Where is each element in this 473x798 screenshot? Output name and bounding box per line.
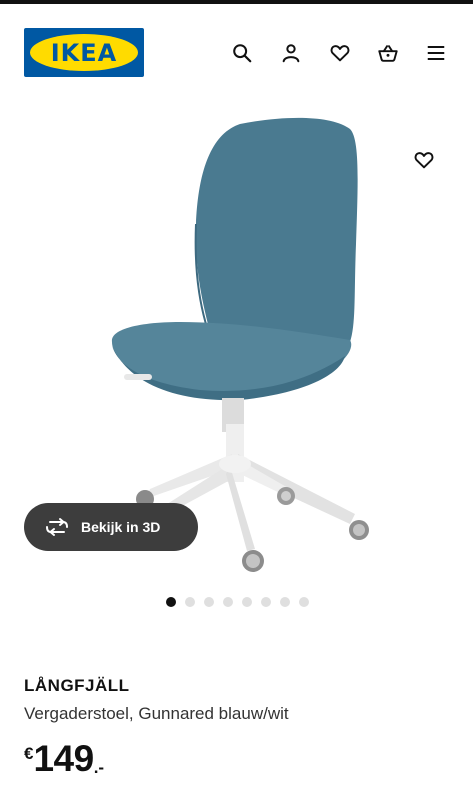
menu-button[interactable] <box>421 38 451 68</box>
price-currency: € <box>24 744 34 763</box>
product-gallery[interactable]: Bekijk in 3D <box>0 94 473 594</box>
price-suffix: .- <box>93 758 105 777</box>
user-icon <box>282 44 300 63</box>
search-button[interactable] <box>227 38 257 68</box>
rotate-3d-icon <box>46 518 68 536</box>
ikea-logo[interactable]: IKEA <box>24 28 144 77</box>
search-icon <box>233 44 252 63</box>
gallery-dot[interactable] <box>260 597 271 607</box>
gallery-dot[interactable] <box>222 597 233 607</box>
price-amount: 149 <box>33 738 94 779</box>
gallery-dot[interactable] <box>165 597 176 607</box>
account-button[interactable] <box>276 38 306 68</box>
favourites-button[interactable] <box>325 38 355 68</box>
heart-icon <box>330 45 350 62</box>
product-description: Vergaderstoel, Gunnared blauw/wit <box>24 704 289 723</box>
view-in-3d-button[interactable]: Bekijk in 3D <box>24 503 198 551</box>
view-in-3d-label: Bekijk in 3D <box>81 519 161 535</box>
gallery-dot[interactable] <box>203 597 214 607</box>
gallery-dot[interactable] <box>279 597 290 607</box>
product-price: € 149 .- <box>24 740 104 778</box>
gallery-dot[interactable] <box>241 597 252 607</box>
menu-icon <box>427 46 445 60</box>
header: IKEA <box>0 4 473 94</box>
logo-text: IKEA <box>50 38 118 67</box>
gallery-pagination <box>0 597 473 609</box>
gallery-dot[interactable] <box>184 597 195 607</box>
save-to-favourites-button[interactable] <box>408 144 440 176</box>
basket-icon <box>378 45 398 62</box>
basket-button[interactable] <box>373 38 403 68</box>
gallery-dot[interactable] <box>298 597 309 607</box>
heart-icon <box>414 152 434 169</box>
product-name: LÅNGFJÄLL <box>24 676 130 695</box>
